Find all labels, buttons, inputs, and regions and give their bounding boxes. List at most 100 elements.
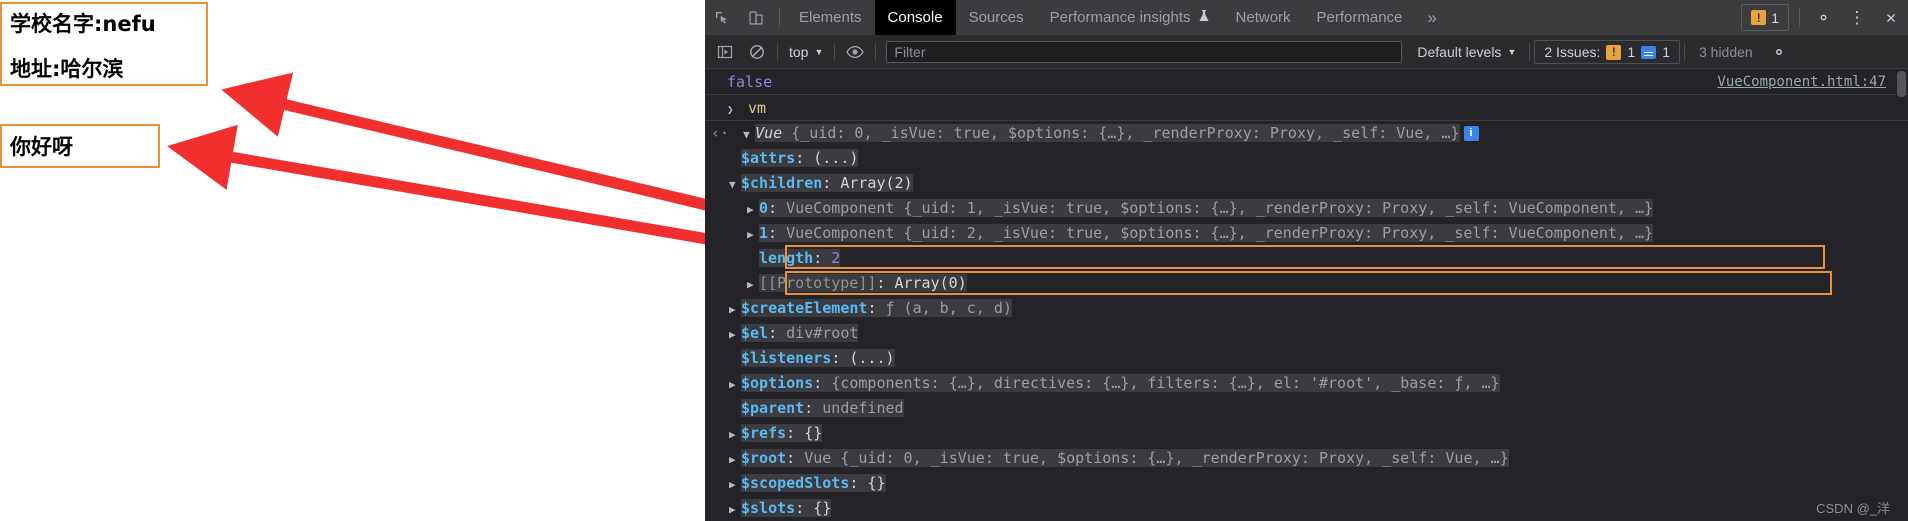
- tab-network[interactable]: Network: [1223, 0, 1304, 35]
- watermark-text: CSDN @_洋: [1816, 501, 1890, 516]
- console-property-row[interactable]: ▶ 1: VueComponent {_uid: 2, _isVue: true,…: [705, 221, 1908, 246]
- live-expression-icon[interactable]: [839, 36, 871, 68]
- gear-icon[interactable]: [1806, 0, 1840, 35]
- property-value: ƒ (a, b, c, d): [885, 299, 1012, 317]
- triangle-right-icon[interactable]: ▶: [747, 272, 759, 297]
- tab-console-label: Console: [887, 9, 943, 26]
- console-output[interactable]: false VueComponent.html:47 ❯ vm ‹· ▼ Vue …: [705, 69, 1908, 521]
- close-icon[interactable]: ✕: [1874, 0, 1908, 35]
- info-badge-icon[interactable]: i: [1463, 126, 1479, 141]
- log-levels-label: Default levels: [1417, 44, 1502, 60]
- triangle-right-icon[interactable]: ▶: [729, 372, 741, 397]
- rendered-page-pane: 学校名字:nefu 地址:哈尔滨 你好呀: [0, 0, 705, 521]
- property-colon: :: [867, 299, 886, 317]
- triangle-down-icon-vue[interactable]: ▼: [743, 122, 755, 147]
- more-options-icon[interactable]: ⋮: [1840, 0, 1874, 35]
- filter-input[interactable]: [886, 41, 1403, 63]
- console-input-vm: vm: [748, 99, 767, 117]
- property-name: $scopedSlots: [741, 474, 850, 492]
- source-link[interactable]: VueComponent.html:47: [1717, 69, 1886, 95]
- console-row-result: false VueComponent.html:47: [705, 69, 1908, 95]
- console-property-row[interactable]: ▶ $createElement: ƒ (a, b, c, d): [705, 296, 1908, 321]
- issues-badge[interactable]: ! 1: [1741, 4, 1789, 31]
- console-row-vue-object[interactable]: ‹· ▼ Vue {_uid: 0, _isVue: true, $options…: [705, 121, 1908, 146]
- chevron-down-icon: ▼: [814, 47, 824, 57]
- property-value: Array(2): [840, 174, 913, 192]
- log-levels-selector[interactable]: Default levels ▼: [1408, 44, 1525, 60]
- issues-summary-label: 2 Issues:: [1544, 44, 1601, 60]
- property-name: $parent: [741, 399, 805, 417]
- tab-sources-label: Sources: [968, 9, 1024, 26]
- triangle-right-icon[interactable]: ▶: [729, 472, 741, 497]
- filterbar-divider-1: [777, 43, 778, 61]
- issues-badge-count: 1: [1771, 9, 1779, 26]
- triangle-down-icon[interactable]: ▼: [729, 172, 741, 197]
- more-tabs-button[interactable]: »: [1415, 0, 1448, 35]
- console-filter-toolbar: top ▼ Default levels ▼ 2 Issues: ! 1 1 3…: [705, 36, 1908, 69]
- triangle-right-icon[interactable]: ▶: [729, 447, 741, 472]
- inspect-element-icon[interactable]: [705, 0, 739, 35]
- property-value: {}: [813, 499, 832, 517]
- console-property-row[interactable]: $attrs: (...): [705, 146, 1908, 171]
- school-component-box: 学校名字:nefu 地址:哈尔滨: [0, 2, 208, 86]
- console-property-row[interactable]: $listeners: (...): [705, 346, 1908, 371]
- triangle-right-icon[interactable]: ▶: [747, 222, 759, 247]
- filterbar-divider-3: [875, 43, 877, 61]
- property-colon: :: [822, 174, 841, 192]
- property-name: $children: [741, 174, 823, 192]
- property-value: undefined: [822, 399, 904, 417]
- issues-info-count: 1: [1662, 44, 1670, 60]
- console-property-row[interactable]: ▶ $root: Vue {_uid: 0, _isVue: true, $opt…: [705, 446, 1908, 471]
- console-property-row[interactable]: ▶ 0: VueComponent {_uid: 1, _isVue: true,…: [705, 196, 1908, 221]
- triangle-right-icon[interactable]: ▶: [747, 197, 759, 222]
- property-value: Vue {_uid: 0, _isVue: true, $options: {……: [804, 449, 1509, 467]
- property-colon: :: [786, 449, 805, 467]
- tab-console[interactable]: Console: [874, 0, 956, 35]
- console-property-row[interactable]: ▶ $slots: {}: [705, 496, 1908, 521]
- flask-icon: [1198, 9, 1210, 26]
- property-name: $slots: [741, 499, 796, 517]
- console-property-row[interactable]: ▶ $scopedSlots: {}: [705, 471, 1908, 496]
- issues-summary-button[interactable]: 2 Issues: ! 1 1: [1534, 40, 1680, 64]
- property-name: $el: [741, 324, 769, 342]
- triangle-right-icon[interactable]: ▶: [729, 497, 741, 521]
- console-sidebar-icon[interactable]: [709, 36, 741, 68]
- property-value: {}: [804, 424, 823, 442]
- tab-elements-label: Elements: [799, 9, 862, 26]
- console-property-row[interactable]: ▼ $children: Array(2): [705, 171, 1908, 196]
- console-property-row[interactable]: ▶ $refs: {}: [705, 421, 1908, 446]
- execution-context-selector[interactable]: top ▼: [782, 44, 830, 60]
- tab-elements[interactable]: Elements: [786, 0, 875, 35]
- property-colon: :: [795, 499, 814, 517]
- property-name: $refs: [741, 424, 787, 442]
- console-property-row[interactable]: $parent: undefined: [705, 396, 1908, 421]
- triangle-right-icon[interactable]: ▶: [729, 297, 741, 322]
- console-property-row[interactable]: ▶ $el: div#root: [705, 321, 1908, 346]
- clear-console-icon[interactable]: [741, 36, 773, 68]
- devtools-tabbar: Elements Console Sources Performance ins…: [705, 0, 1908, 36]
- property-name: $attrs: [741, 149, 796, 167]
- tab-performance[interactable]: Performance: [1304, 0, 1416, 35]
- warning-icon-small: !: [1606, 44, 1622, 60]
- property-colon: :: [849, 474, 868, 492]
- console-settings-icon[interactable]: [1763, 36, 1795, 68]
- console-property-row[interactable]: ▶ $options: {components: {…}, directives:…: [705, 371, 1908, 396]
- tab-performance-insights[interactable]: Performance insights: [1037, 0, 1223, 35]
- property-colon: :: [813, 374, 832, 392]
- tab-network-label: Network: [1235, 9, 1291, 26]
- property-name: 0: [759, 199, 769, 217]
- devtools-panel: Elements Console Sources Performance ins…: [705, 0, 1908, 521]
- chevron-down-icon-levels: ▼: [1507, 47, 1517, 57]
- device-toolbar-icon[interactable]: [739, 0, 773, 35]
- triangle-right-icon[interactable]: ▶: [729, 422, 741, 447]
- info-message-icon: [1641, 45, 1657, 59]
- execution-context-label: top: [789, 44, 809, 60]
- property-colon: :: [768, 199, 787, 217]
- warning-icon: !: [1751, 10, 1767, 25]
- triangle-right-icon[interactable]: ▶: [729, 322, 741, 347]
- vue-property-list: $attrs: (...) ▼ $children: Array(2) ▶ 0: Vue…: [705, 146, 1908, 521]
- filterbar-divider-4: [1529, 43, 1531, 61]
- tab-sources[interactable]: Sources: [956, 0, 1037, 35]
- return-arrow-icon: ‹·: [711, 124, 730, 142]
- scrollbar-thumb[interactable]: [1897, 71, 1906, 97]
